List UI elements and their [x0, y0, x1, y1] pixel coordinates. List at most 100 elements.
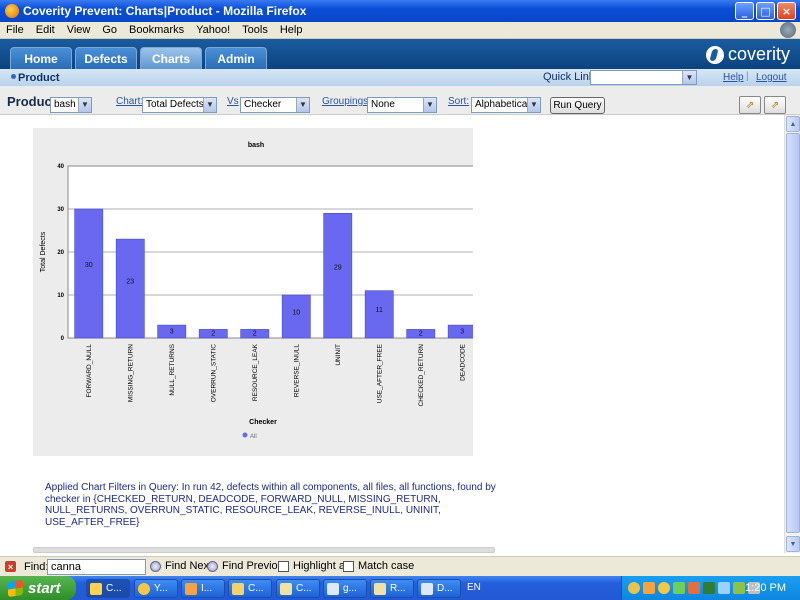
scroll-up-icon[interactable]: ▲ [786, 116, 800, 132]
menu-tools[interactable]: Tools [236, 24, 274, 36]
chevron-down-icon[interactable]: ▼ [423, 98, 436, 112]
bar [323, 213, 353, 339]
start-button[interactable]: start [0, 576, 76, 600]
coverity-logo-icon [705, 45, 724, 64]
tray-icon[interactable] [658, 582, 670, 594]
help-link[interactable]: Help [723, 72, 744, 83]
match-case-checkbox[interactable]: Match case [343, 560, 414, 572]
taskbar-item[interactable]: R... [370, 579, 414, 598]
find-next-button[interactable]: Find Next [150, 560, 212, 572]
x-tick-label: NULL_RETURNS [169, 343, 176, 395]
language-indicator[interactable]: EN [467, 582, 481, 593]
sort-select[interactable]: Alphabetical ▼ [471, 97, 541, 113]
taskbar: start C... Y... I... C... C... g... R...… [0, 576, 800, 600]
taskbar-item[interactable]: C... [276, 579, 320, 598]
menu-go[interactable]: Go [96, 24, 123, 36]
run-query-button[interactable]: Run Query [550, 97, 605, 114]
share-icon[interactable]: ⇗ [764, 96, 786, 114]
throbber-icon [780, 22, 796, 38]
legend-label: All [250, 434, 257, 440]
coverity-logo: coverity [705, 44, 790, 65]
separator: | [746, 71, 749, 82]
chevron-down-icon[interactable]: ▼ [203, 98, 216, 112]
data-label: 29 [334, 264, 342, 271]
tray-icon[interactable] [688, 582, 700, 594]
document-icon [421, 582, 433, 595]
tab-admin[interactable]: Admin [205, 47, 267, 69]
tray-icon[interactable] [703, 582, 715, 594]
menu-yahoo[interactable]: Yahoo! [190, 24, 236, 36]
vs-select-value: Checker [244, 99, 282, 110]
taskbar-item[interactable]: Y... [134, 579, 178, 598]
menu-help[interactable]: Help [274, 24, 309, 36]
data-label: 3 [170, 329, 174, 336]
horizontal-scrollbar[interactable] [33, 547, 495, 553]
system-tray: 1:20 PM [621, 576, 800, 600]
taskbar-item[interactable]: I... [181, 579, 225, 598]
quick-links-select[interactable]: ▼ [590, 70, 697, 85]
tab-home[interactable]: Home [10, 47, 72, 69]
taskbar-item[interactable]: C... [86, 579, 130, 598]
taskbar-item[interactable]: g... [323, 579, 367, 598]
sort-select-value: Alphabetical [475, 99, 530, 110]
tray-icon[interactable] [628, 582, 640, 594]
logout-link[interactable]: Logout [756, 72, 787, 83]
taskbar-item[interactable]: D... [417, 579, 461, 598]
vs-select[interactable]: Checker ▼ [240, 97, 310, 113]
data-label: 10 [292, 309, 300, 316]
x-tick-label: OVERRUN_STATIC [210, 344, 217, 403]
highlight-all-button[interactable]: Highlight all [278, 560, 350, 572]
bar [115, 238, 145, 339]
maximize-button[interactable]: □ [756, 2, 775, 20]
export-icon[interactable]: ⇗ [739, 96, 761, 114]
chevron-down-icon[interactable]: ▼ [682, 71, 696, 84]
chevron-down-icon[interactable]: ▼ [527, 98, 540, 112]
find-previous-button[interactable]: Find Previous [207, 560, 289, 572]
find-next-icon [150, 560, 161, 572]
vs-label[interactable]: Vs [227, 96, 239, 107]
find-previous-icon [207, 560, 218, 572]
vertical-scrollbar[interactable]: ▲ ▼ [784, 115, 800, 553]
chart-label[interactable]: Chart: [116, 96, 143, 107]
x-tick-label: CHECKED_RETURN [418, 344, 425, 407]
menu-edit[interactable]: Edit [30, 24, 61, 36]
x-tick-label: MISSING_RETURN [127, 344, 134, 402]
data-label: 2 [419, 331, 423, 338]
taskbar-item[interactable]: C... [228, 579, 272, 598]
close-find-icon[interactable]: × [5, 561, 16, 572]
y-tick-label: 40 [57, 164, 64, 170]
close-button[interactable]: × [777, 2, 796, 20]
chart-panel: bash 0 10 20 30 40 30 23 3 2 2 10 29 11 2 3 FORWARD_N… [33, 128, 484, 456]
menu-bookmarks[interactable]: Bookmarks [123, 24, 190, 36]
chart-select[interactable]: Total Defects ▼ [142, 97, 217, 113]
groupings-select[interactable]: None ▼ [367, 97, 437, 113]
sort-label[interactable]: Sort: [448, 96, 469, 107]
x-axis-label: Checker [249, 419, 277, 426]
scroll-down-icon[interactable]: ▼ [786, 536, 800, 552]
y-tick-label: 20 [57, 250, 64, 256]
tray-icon[interactable] [733, 582, 745, 594]
tray-icon[interactable] [673, 582, 685, 594]
tray-icon[interactable] [718, 582, 730, 594]
chevron-down-icon[interactable]: ▼ [78, 98, 91, 112]
taskbar-item-label: D... [437, 583, 453, 594]
product-select[interactable]: bash ▼ [50, 97, 92, 113]
menu-view[interactable]: View [61, 24, 97, 36]
tab-charts[interactable]: Charts [140, 47, 202, 69]
data-label: 30 [85, 262, 93, 269]
window-title: Coverity Prevent: Charts|Product - Mozil… [23, 4, 307, 18]
scroll-thumb[interactable] [786, 133, 800, 533]
bar-chart: bash 010203040 30233 2 21029112 3 FORWARD_N… [40, 142, 484, 440]
data-label: 23 [126, 279, 134, 286]
find-input[interactable]: canna [47, 559, 146, 575]
chevron-down-icon[interactable]: ▼ [296, 98, 309, 112]
highlight-icon [278, 560, 289, 572]
minimize-button[interactable]: _ [735, 2, 754, 20]
tab-defects[interactable]: Defects [75, 47, 137, 69]
folder-icon [232, 582, 244, 595]
tray-icon[interactable] [643, 582, 655, 594]
groupings-select-value: None [371, 99, 395, 110]
menu-file[interactable]: File [0, 24, 30, 36]
checkbox-icon [343, 560, 354, 572]
groupings-label[interactable]: Groupings: [322, 96, 371, 107]
